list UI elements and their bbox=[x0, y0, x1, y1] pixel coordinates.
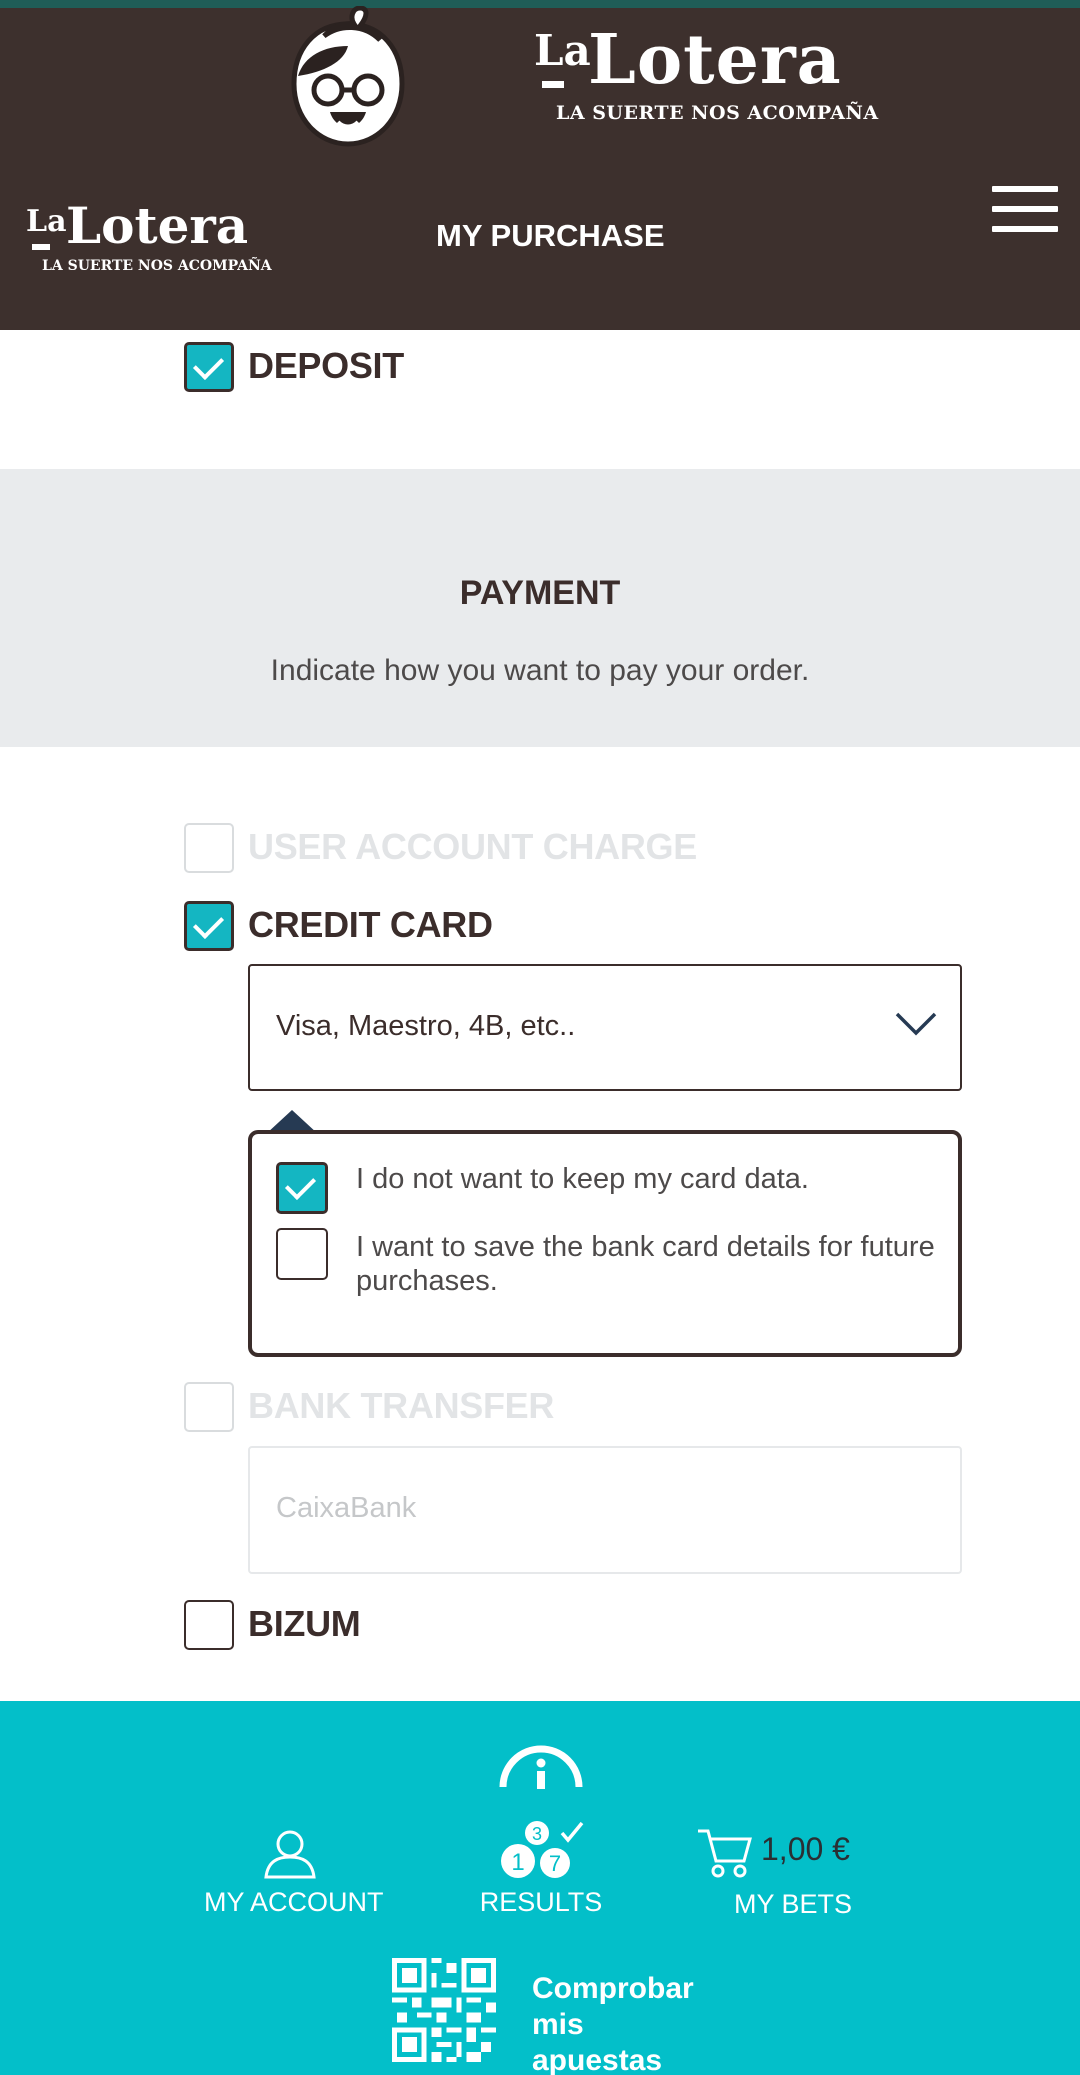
ball-number-1: 1 bbox=[511, 1849, 524, 1876]
page-title: MY PURCHASE bbox=[436, 218, 665, 253]
my-account-label: MY ACCOUNT bbox=[204, 1887, 384, 1917]
app-header: La Lotera LA SUERTE NOS ACOMPAÑA La Lote… bbox=[0, 0, 1080, 330]
qr-code-icon[interactable] bbox=[392, 1958, 496, 2062]
lottery-balls-icon: 1 3 7 bbox=[501, 1821, 584, 1878]
do-not-keep-card-label: I do not want to keep my card data. bbox=[356, 1163, 809, 1195]
results-label: RESULTS bbox=[479, 1887, 603, 1917]
cart-total: 1,00 € bbox=[761, 1831, 850, 1867]
user-account-charge-checkbox[interactable] bbox=[184, 823, 234, 873]
payment-title: PAYMENT bbox=[459, 574, 621, 612]
bank-value: CaixaBank bbox=[276, 1492, 417, 1524]
bottom-nav: MY ACCOUNT 1 3 7 RESULTS MY BETS 1,00 € bbox=[0, 1701, 1080, 2075]
do-not-keep-card-checkbox[interactable] bbox=[276, 1162, 328, 1214]
chevron-down-icon bbox=[895, 1012, 937, 1036]
card-type-select[interactable]: Visa, Maestro, 4B, etc.. bbox=[248, 964, 962, 1091]
my-account-button[interactable]: MY ACCOUNT bbox=[204, 1829, 384, 1919]
save-card-label: I want to save the bank card details for… bbox=[356, 1231, 935, 1297]
cart-icon bbox=[698, 1829, 752, 1878]
card-type-value: Visa, Maestro, 4B, etc.. bbox=[276, 1010, 576, 1042]
results-button[interactable]: 1 3 7 RESULTS bbox=[476, 1819, 606, 1919]
menu-icon[interactable] bbox=[992, 186, 1058, 232]
ball-number-7: 7 bbox=[549, 1851, 561, 1876]
my-bets-label: MY BETS bbox=[734, 1889, 853, 1919]
bizum-label: BIZUM bbox=[248, 1603, 361, 1644]
mascot-icon bbox=[291, 6, 405, 147]
credit-card-checkbox[interactable] bbox=[184, 901, 234, 951]
user-account-charge-label: USER ACCOUNT CHARGE bbox=[248, 826, 697, 867]
deposit-label: DEPOSIT bbox=[248, 345, 404, 386]
user-icon bbox=[264, 1830, 316, 1879]
deposit-checkbox[interactable] bbox=[184, 342, 234, 392]
credit-card-label: CREDIT CARD bbox=[248, 904, 493, 945]
info-icon[interactable] bbox=[498, 1741, 584, 1789]
bank-transfer-label: BANK TRANSFER bbox=[248, 1385, 555, 1426]
payment-banner: PAYMENT Indicate how you want to pay you… bbox=[0, 469, 1080, 747]
payment-subtitle: Indicate how you want to pay your order. bbox=[270, 654, 810, 687]
save-card-checkbox[interactable] bbox=[276, 1228, 328, 1280]
brand-logo-large: La Lotera LA SUERTE NOS ACOMPAÑA bbox=[534, 20, 879, 124]
bank-transfer-checkbox[interactable] bbox=[184, 1382, 234, 1432]
ball-number-3: 3 bbox=[532, 1824, 542, 1844]
bizum-checkbox[interactable] bbox=[184, 1600, 234, 1650]
check-bets-link[interactable]: Comprobar mis apuestas bbox=[532, 1971, 702, 2075]
card-data-options: I do not want to keep my card data. I wa… bbox=[248, 1130, 962, 1357]
header-top-line bbox=[0, 0, 1080, 8]
bank-select[interactable]: CaixaBank bbox=[248, 1446, 962, 1574]
brand-logo-home-link[interactable]: La Lotera LA SUERTE NOS ACOMPAÑA bbox=[26, 196, 272, 280]
